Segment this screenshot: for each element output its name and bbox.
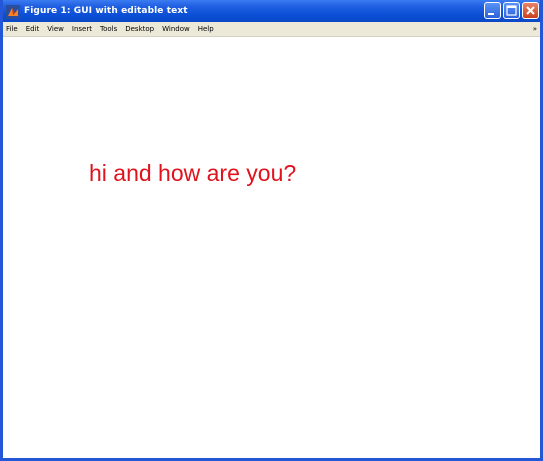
close-button[interactable] <box>522 2 539 19</box>
close-icon <box>526 6 535 15</box>
matlab-figure-icon[interactable] <box>6 4 20 19</box>
menu-view[interactable]: View <box>47 25 64 33</box>
minimize-icon <box>488 13 494 15</box>
figure-window: Figure 1: GUI with editable text File Ed… <box>0 0 543 461</box>
maximize-button[interactable] <box>503 2 520 19</box>
minimize-button[interactable] <box>484 2 501 19</box>
menu-help[interactable]: Help <box>198 25 214 33</box>
editable-text[interactable]: hi and how are you? <box>89 160 296 187</box>
menu-bar: File Edit View Insert Tools Desktop Wind… <box>3 22 540 37</box>
maximize-icon <box>506 5 517 16</box>
menu-tools[interactable]: Tools <box>100 25 117 33</box>
window-controls <box>484 2 539 19</box>
menu-overflow-icon[interactable]: » <box>533 25 537 33</box>
menu-insert[interactable]: Insert <box>72 25 92 33</box>
menu-file[interactable]: File <box>6 25 18 33</box>
menu-desktop[interactable]: Desktop <box>125 25 154 33</box>
menu-window[interactable]: Window <box>162 25 190 33</box>
title-bar[interactable]: Figure 1: GUI with editable text <box>3 0 540 22</box>
menu-edit[interactable]: Edit <box>26 25 40 33</box>
window-title: Figure 1: GUI with editable text <box>24 6 188 16</box>
figure-canvas[interactable]: hi and how are you? <box>3 37 540 458</box>
